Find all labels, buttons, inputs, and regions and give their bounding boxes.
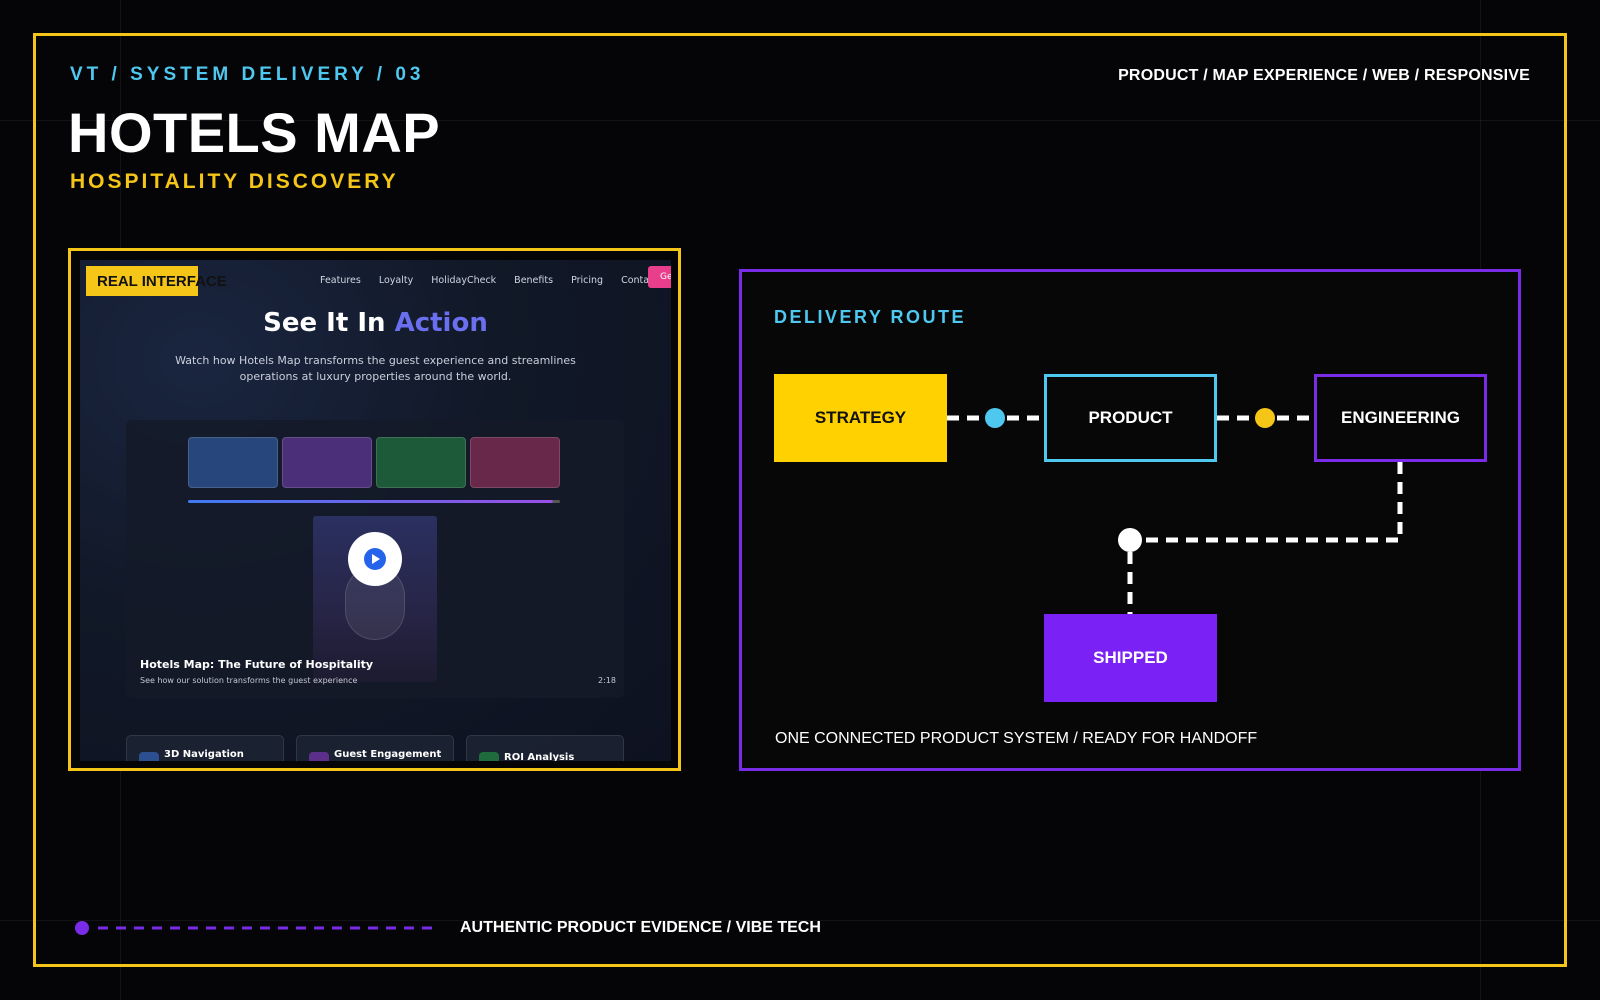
real-interface-label: REAL INTERFACE [97,273,227,290]
bottom-decoration [75,921,432,935]
footer-text: AUTHENTIC PRODUCT EVIDENCE / VIBE TECH [460,919,821,936]
bottom-dot [75,921,89,935]
